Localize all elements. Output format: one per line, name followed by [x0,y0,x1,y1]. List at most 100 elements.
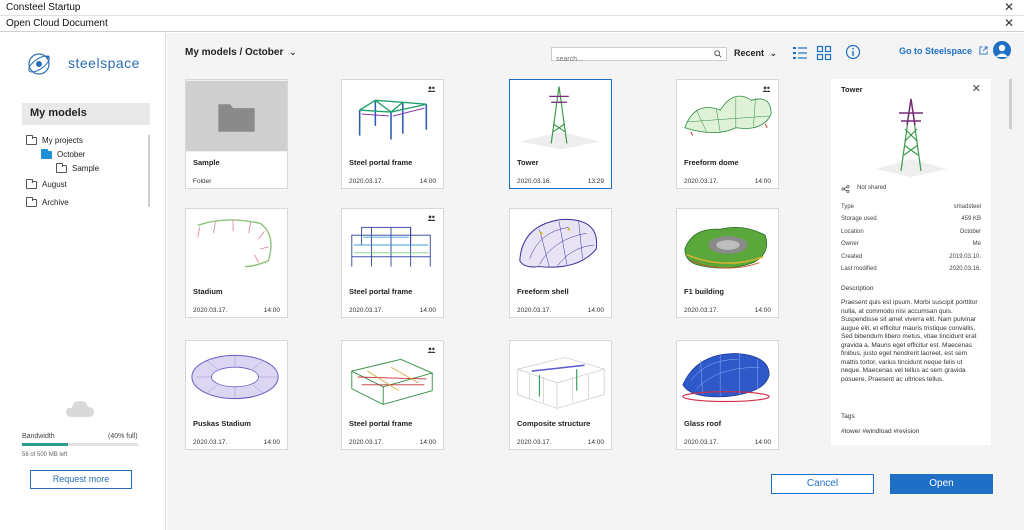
model-card[interactable]: Freeform dome 2020.03.17. 14:00 [676,79,779,189]
breadcrumb[interactable]: My models / October ⌄ [185,47,297,58]
tree-label: Archive [42,198,69,207]
model-date: 2020.03.17. [349,439,384,446]
detail-value: 2019.03.10. [949,253,981,260]
description-text: Praesent quis est ipsum. Morbi suscipit … [841,299,978,383]
model-card[interactable]: Steel portal frame 2020.03.17. 14:00 [341,208,444,318]
model-thumbnail [519,219,598,268]
sidebar: steelspace My models My projects October… [0,33,166,530]
model-name: Steel portal frame [349,287,413,296]
detail-scrollbar[interactable] [1009,79,1012,129]
detail-panel: Tower ✕ Not shared Type smadsteel Storag… [831,79,991,445]
folder-icon [26,178,37,189]
logo-text: steelspace [68,55,140,71]
tree-item-archive[interactable]: Archive [26,196,69,207]
detail-value: smadsteel [953,204,981,210]
cancel-button[interactable]: Cancel [771,474,874,494]
go-to-steelspace-link[interactable]: Go to Steelspace [899,46,988,56]
tree-item-august[interactable]: August [26,178,67,189]
tree-label: Sample [72,164,100,173]
model-name: Freeform shell [517,287,569,296]
model-thumbnail [197,219,272,268]
detail-key: Type [841,204,855,210]
dialog-title-bar: Open Cloud Document ✕ [0,16,1024,32]
model-card[interactable]: Tower 2020.03.16. 13:29 [509,79,612,189]
search-box [551,47,727,66]
chevron-down-icon: ⌄ [769,48,778,58]
detail-key: Owner [841,241,859,248]
chevron-down-icon: ⌄ [289,47,297,57]
app-title: Consteel Startup [6,2,81,13]
folder-icon [26,196,37,207]
bandwidth-percent: (40% full) [108,433,138,440]
dialog-close-icon[interactable]: ✕ [1004,16,1014,30]
my-models-section[interactable]: My models [22,103,150,125]
folder-icon [56,162,67,173]
model-name: F1 building [684,287,724,296]
share-icon [841,185,850,193]
detail-key: Last modified [841,266,877,272]
tree-scrollbar[interactable] [148,135,150,207]
model-thumbnail [186,80,287,152]
shared-users-icon [762,86,771,92]
tree-item-my-projects[interactable]: My projects [26,134,83,145]
info-icon[interactable] [845,44,861,60]
close-icon[interactable]: ✕ [972,82,981,95]
detail-key: Location [841,228,864,235]
model-name: Steel portal frame [349,158,413,167]
cloud-icon [66,401,94,417]
app-title-bar: Consteel Startup ✕ [0,0,1024,16]
model-card[interactable]: Steel portal frame 2020.03.17. 14:00 [341,79,444,189]
go-to-steelspace-label: Go to Steelspace [899,46,973,56]
search-input[interactable] [552,53,702,66]
tree-item-october[interactable]: October [41,148,85,159]
tree-label: My projects [42,136,83,145]
app-close-icon[interactable]: ✕ [1004,0,1014,14]
model-name: Composite structure [517,419,591,428]
sort-dropdown[interactable]: Recent ⌄ [734,48,777,59]
detail-value: 2020.03.16. [949,266,981,272]
model-date: 2020.03.17. [349,307,384,314]
external-link-icon [978,46,988,55]
list-view-icon[interactable] [792,45,808,61]
model-card[interactable]: Composite structure 2020.03.17. 14:00 [509,340,612,450]
breadcrumb-text: My models / October [185,47,284,58]
model-card[interactable]: Steel portal frame 2020.03.17. 14:00 [341,340,444,450]
detail-thumbnail [876,98,947,177]
tree-item-sample[interactable]: Sample [56,162,100,173]
detail-value: Me [972,241,981,248]
request-more-button[interactable]: Request more [30,470,132,489]
steelspace-logo-icon [28,53,50,75]
model-time: 14:00 [754,439,771,446]
dialog-title: Open Cloud Document [6,18,108,29]
model-name: Tower [517,158,539,167]
model-card[interactable]: Stadium 2020.03.17. 14:00 [185,208,288,318]
bandwidth-bar [22,443,138,446]
model-date: 2020.03.17. [517,439,552,446]
sort-label: Recent [734,48,765,58]
open-button[interactable]: Open [890,474,993,494]
model-thumbnail [519,86,601,150]
model-date: 2020.03.17. [684,178,719,185]
search-icon[interactable] [714,50,722,58]
description-label: Description [841,285,874,292]
grid-view-icon[interactable] [816,45,832,61]
model-name: Sample [193,158,220,167]
model-card[interactable]: Puskas Stadium 2020.03.17. 14:00 [185,340,288,450]
detail-key: Created [841,253,863,260]
model-card[interactable]: Freeform shell 2020.03.17. 14:00 [509,208,612,318]
avatar[interactable] [993,41,1011,59]
model-thumbnail [682,353,770,403]
model-time: 14:00 [419,178,436,185]
shared-users-icon [427,215,436,221]
shared-users-icon [427,86,436,92]
model-card[interactable]: Sample Folder [185,79,288,189]
share-status: Not shared [857,185,887,191]
model-date: 2020.03.17. [193,439,228,446]
model-card[interactable]: F1 building 2020.03.17. 14:00 [676,208,779,318]
my-models-label: My models [30,107,87,119]
tags-label: Tags [841,413,855,420]
model-thumbnail [516,357,606,409]
model-name: Puskas Stadium [193,419,251,428]
folder-open-icon [41,148,52,159]
model-card[interactable]: Glass roof 2020.03.17. 14:00 [676,340,779,450]
